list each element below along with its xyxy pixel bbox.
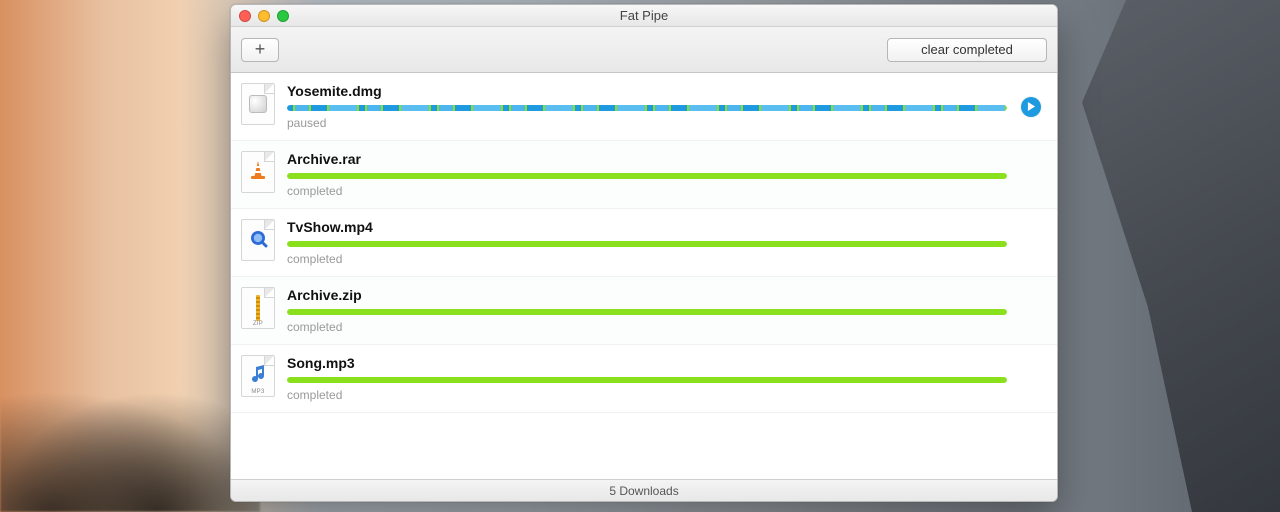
download-status: completed (287, 388, 1007, 402)
add-download-button[interactable]: + (241, 38, 279, 62)
download-filename: Archive.rar (287, 151, 1007, 167)
download-row[interactable]: Archive.rar completed (231, 141, 1057, 209)
clear-completed-button[interactable]: clear completed (887, 38, 1047, 62)
download-row-body: TvShow.mp4 completed (287, 219, 1007, 266)
download-filename: Yosemite.dmg (287, 83, 1007, 99)
file-icon (241, 151, 275, 193)
download-status: completed (287, 320, 1007, 334)
download-status: completed (287, 252, 1007, 266)
status-bar-text: 5 Downloads (609, 484, 678, 498)
toolbar: + clear completed (231, 27, 1057, 73)
download-row[interactable]: ZIP Archive.zip completed (231, 277, 1057, 345)
download-progress (287, 173, 1007, 179)
disk-image-icon (249, 95, 267, 113)
status-bar: 5 Downloads (231, 479, 1057, 501)
download-filename: TvShow.mp4 (287, 219, 1007, 235)
download-progress (287, 105, 1007, 111)
download-row[interactable]: MP3 Song.mp3 completed (231, 345, 1057, 413)
download-row-body: Archive.zip completed (287, 287, 1007, 334)
quicktime-icon (248, 228, 268, 252)
close-window-button[interactable] (239, 10, 251, 22)
file-icon: ZIP (241, 287, 275, 329)
download-progress (287, 377, 1007, 383)
music-note-icon (250, 365, 266, 387)
resume-button[interactable] (1021, 97, 1041, 117)
zoom-window-button[interactable] (277, 10, 289, 22)
app-window: Fat Pipe + clear completed Yosemite.dmg p… (230, 4, 1058, 502)
file-icon (241, 83, 275, 125)
download-filename: Archive.zip (287, 287, 1007, 303)
vlc-cone-icon (249, 160, 267, 184)
clear-completed-label: clear completed (921, 42, 1013, 57)
file-icon: MP3 (241, 355, 275, 397)
download-filename: Song.mp3 (287, 355, 1007, 371)
file-icon (241, 219, 275, 261)
minimize-window-button[interactable] (258, 10, 270, 22)
downloads-list[interactable]: Yosemite.dmgpausedArchive.rarcompletedTv… (231, 73, 1057, 479)
window-controls (239, 5, 289, 26)
zip-icon (256, 295, 260, 321)
file-ext-badge: MP3 (244, 389, 272, 395)
download-progress (287, 309, 1007, 315)
download-status: completed (287, 184, 1007, 198)
download-status: paused (287, 116, 1007, 130)
file-ext-badge: ZIP (244, 321, 272, 327)
window-titlebar[interactable]: Fat Pipe (231, 5, 1057, 27)
download-row-body: Archive.rar completed (287, 151, 1007, 198)
download-row-body: Song.mp3 completed (287, 355, 1007, 402)
download-row-body: Yosemite.dmg paused (287, 83, 1007, 130)
download-progress (287, 241, 1007, 247)
plus-icon: + (255, 39, 266, 60)
play-icon (1027, 102, 1036, 111)
window-title: Fat Pipe (620, 8, 668, 23)
download-row[interactable]: Yosemite.dmg paused (231, 73, 1057, 141)
download-row[interactable]: TvShow.mp4 completed (231, 209, 1057, 277)
